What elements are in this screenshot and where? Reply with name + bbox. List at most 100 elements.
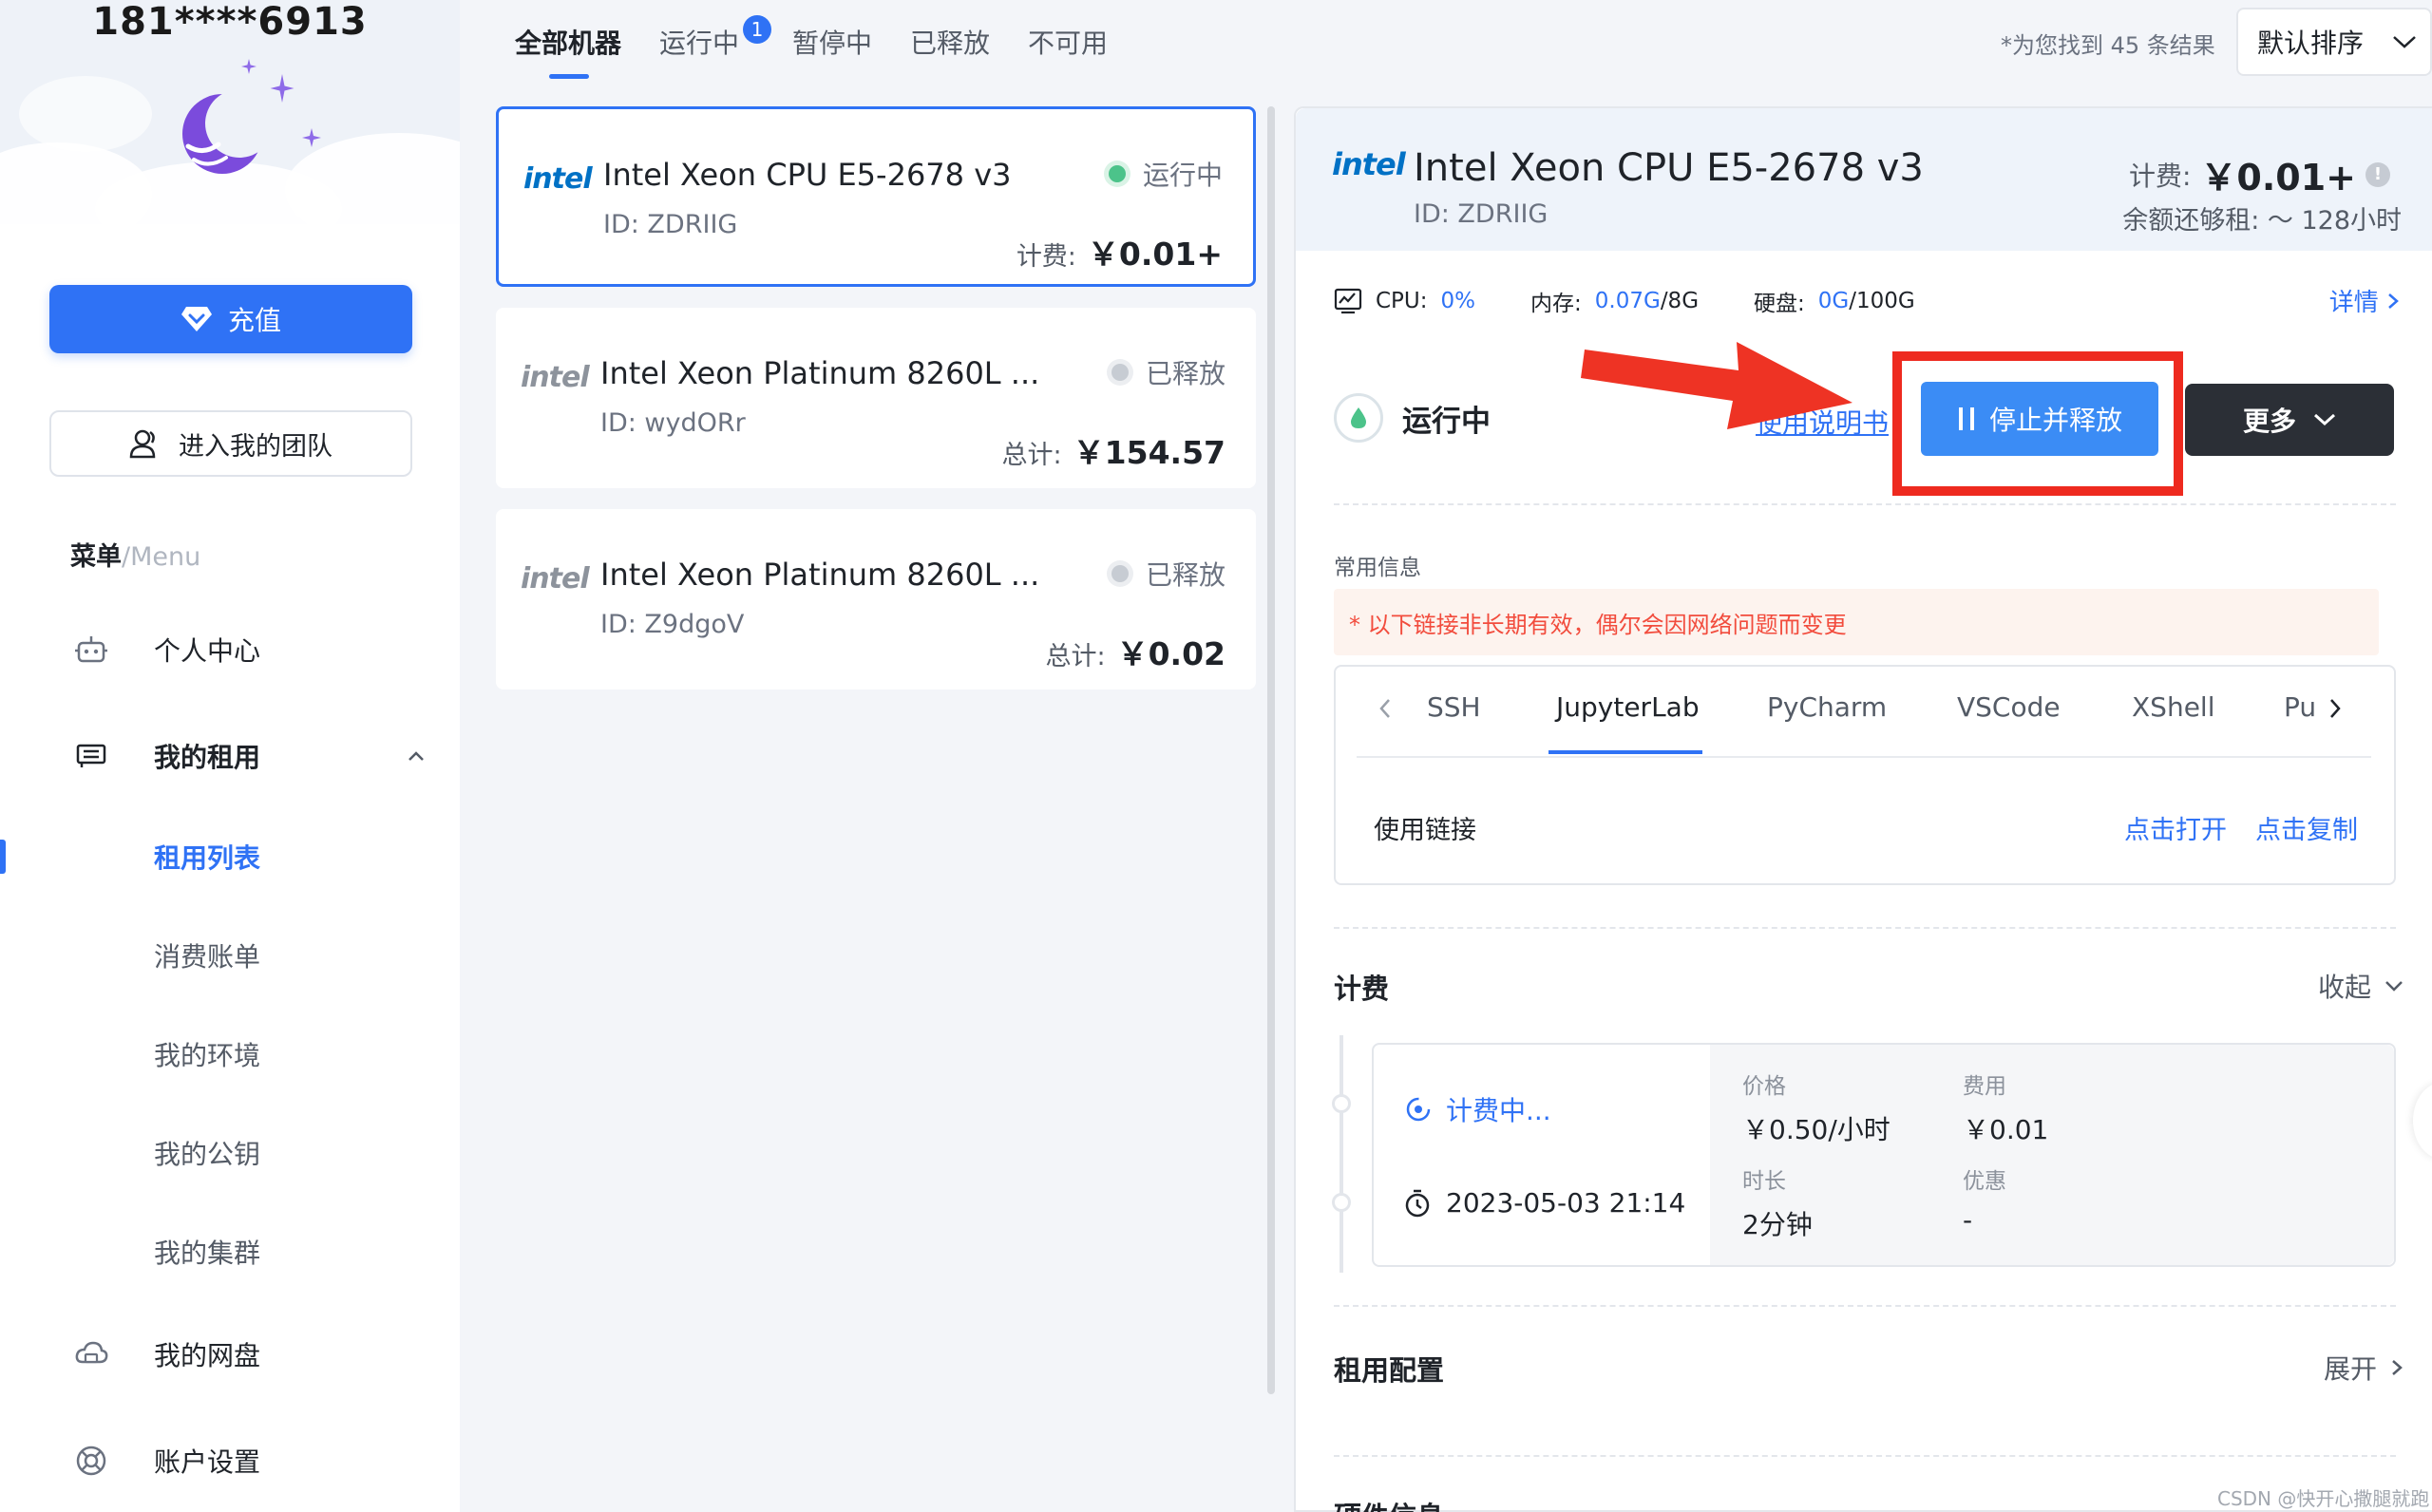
sort-select[interactable]: 默认排序 [2236,8,2432,76]
sidebar-item-billing[interactable]: 消费账单 [0,927,460,984]
stop-and-release-button[interactable]: 停止并释放 [1921,382,2158,456]
resource-usage: CPU: 0% 内存: 0.07G/8G 硬盘: 0G/100G [1334,285,1915,317]
disk-used: 0G [1817,289,1850,313]
tab-paused[interactable]: 暂停中 [792,23,872,61]
machine-fee: 总计: ￥154.57 [1002,427,1226,473]
machine-card[interactable]: intel Intel Xeon CPU E5-2678 v3 ID: ZDRI… [496,106,1256,287]
machine-card[interactable]: intel Intel Xeon Platinum 8260L ... ID: … [496,308,1256,488]
chevron-down-icon [2385,981,2403,992]
machine-card[interactable]: intel Intel Xeon Platinum 8260L ... ID: … [496,509,1256,690]
sidebar-item-label: 我的租用 [154,742,261,773]
recharge-button[interactable]: 充值 [49,285,412,353]
tab-released[interactable]: 已释放 [910,23,990,61]
divider [1334,503,2396,505]
machine-id: ID: ZDRIIG [603,210,738,239]
recharge-label: 充值 [227,305,281,336]
gpu-card-icon [76,744,106,767]
tab-jupyterlab[interactable]: JupyterLab [1556,691,1700,723]
chevron-left-icon[interactable] [1378,697,1393,720]
detail-machine-id: ID: ZDRIIG [1414,199,1548,229]
billing-details [1710,1045,2394,1265]
star-icon [302,128,321,147]
copy-link-button[interactable]: 点击复制 [2255,809,2358,846]
chevron-right-icon[interactable] [2328,697,2343,720]
detail-fee-value: ￥0.01+ [2200,157,2356,198]
tab-running[interactable]: 运行中 [659,23,739,61]
sidebar-item-rental-list[interactable]: 租用列表 [0,828,460,885]
tab-active-underline [549,74,589,79]
machine-fee-value: ￥154.57 [1073,434,1226,471]
sidebar-item-label: 账户设置 [154,1446,261,1478]
billing-state-label: 计费中... [1446,1095,1551,1126]
tab-unavailable[interactable]: 不可用 [1028,23,1108,61]
detail-fee-label: 计费: [2128,160,2192,192]
status-dot-icon [1108,165,1126,182]
sidebar-item-personal-center[interactable]: 个人中心 [0,621,460,678]
discount-value: - [1963,1204,1973,1236]
robot-icon [75,636,107,663]
cost-label: 费用 [1963,1074,2006,1099]
intel-logo-icon: intel [521,562,590,595]
machine-status: 运行中 [1108,155,1223,193]
expand-config-button[interactable]: 展开 [2324,1349,2404,1387]
sidebar-item-net-disk[interactable]: 我的网盘 [0,1326,460,1383]
menu-title-sub: /Menu [122,542,201,572]
divider [1334,1305,2396,1307]
sidebar-item-my-rentals[interactable]: 我的租用 [0,728,460,784]
sidebar-item-clusters[interactable]: 我的集群 [0,1223,460,1280]
sidebar-item-label: 我的环境 [154,1040,261,1071]
more-button[interactable]: 更多 [2185,384,2394,456]
machine-status: 已释放 [1111,353,1226,391]
detail-fee: 计费: ￥0.01+ ! [2129,148,2390,200]
tab-pycharm[interactable]: PyCharm [1767,691,1887,723]
tab-xshell[interactable]: XShell [2132,691,2215,723]
star-icon [270,74,294,103]
machine-fee-value: ￥0.02 [1116,635,1226,672]
tab-all-machines[interactable]: 全部机器 [515,23,621,61]
tab-putty[interactable]: Pu [2284,691,2316,723]
link-warning-banner: * 以下链接非长期有效，偶尔会因网络问题而变更 [1334,589,2379,655]
machine-status: 已释放 [1111,555,1226,593]
machine-fee-label: 总计: [1045,642,1106,671]
machine-id: ID: wydORr [600,408,746,438]
moon-avatar-icon [182,89,270,174]
more-label: 更多 [2242,406,2296,437]
timeline-dot [1332,1094,1351,1113]
intel-logo-icon: intel [521,361,590,394]
status-dot-icon [1111,364,1129,381]
machine-status-label: 已释放 [1145,358,1226,389]
chevron-down-icon [2313,413,2336,426]
common-info-title: 常用信息 [1334,556,1421,580]
machine-fee-label: 总计: [1001,441,1062,470]
timeline-dot [1332,1193,1351,1212]
chevron-up-icon [408,751,424,761]
machine-fee: 计费: ￥0.01+ [1016,229,1223,274]
price-label: 价格 [1742,1074,1786,1099]
red-arrow-annotation-icon [1581,342,1852,429]
tab-vscode[interactable]: VSCode [1957,691,2061,723]
duration-value: 2分钟 [1742,1209,1813,1240]
sidebar-item-label: 我的公钥 [154,1139,261,1170]
billing-start-time: 2023-05-03 21:14 [1404,1187,1685,1219]
tab-ssh[interactable]: SSH [1427,691,1481,723]
cost-value: ￥0.01 [1963,1114,2049,1145]
sidebar-item-account-settings[interactable]: 账户设置 [0,1432,460,1489]
sidebar-item-public-keys[interactable]: 我的公钥 [0,1125,460,1181]
list-scrollbar[interactable] [1267,106,1275,1394]
disk-label: 硬盘: [1754,292,1805,316]
info-icon[interactable]: ! [2366,161,2390,187]
sidebar-item-environment[interactable]: 我的环境 [0,1026,460,1083]
cpu-value: 0% [1440,289,1476,313]
open-link-button[interactable]: 点击打开 [2124,809,2227,846]
enter-team-button[interactable]: 进入我的团队 [49,410,412,477]
collapse-billing-button[interactable]: 收起 [2318,967,2404,1005]
intel-logo-icon: intel [1332,146,1406,182]
rental-config-title: 租用配置 [1334,1354,1445,1387]
billing-timeline [1340,1035,1343,1273]
result-count: *为您找到 45 条结果 [2001,32,2215,59]
discount-label: 优惠 [1963,1169,2006,1194]
divider [1334,927,2396,929]
details-link[interactable]: 详情 [2329,283,2400,318]
memory-total: /8G [1660,289,1700,313]
chevron-down-icon [2393,36,2416,48]
